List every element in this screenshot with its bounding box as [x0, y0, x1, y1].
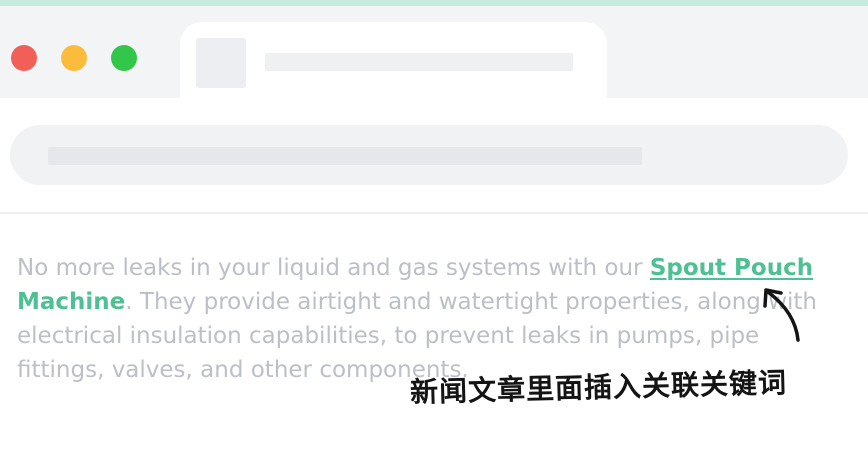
keyword-machine[interactable]: Machine: [17, 289, 125, 315]
tab-title-placeholder: [265, 53, 573, 71]
address-bar-area: [0, 98, 868, 214]
article-text-before: No more leaks in your liquid and gas sys…: [17, 255, 650, 281]
browser-titlebar: [0, 6, 868, 104]
url-text-placeholder: [48, 147, 642, 165]
curved-arrow-up-icon: [763, 288, 800, 342]
close-window-button[interactable]: [11, 45, 37, 71]
browser-tab-active[interactable]: [180, 22, 607, 104]
tab-favicon-placeholder: [196, 38, 246, 88]
address-bar[interactable]: [10, 125, 848, 185]
keyword-link-spout-pouch[interactable]: Spout Pouch: [650, 255, 813, 281]
maximize-window-button[interactable]: [111, 45, 137, 71]
minimize-window-button[interactable]: [61, 45, 87, 71]
annotation-caption: 新闻文章里面插入关联关键词: [409, 366, 788, 409]
